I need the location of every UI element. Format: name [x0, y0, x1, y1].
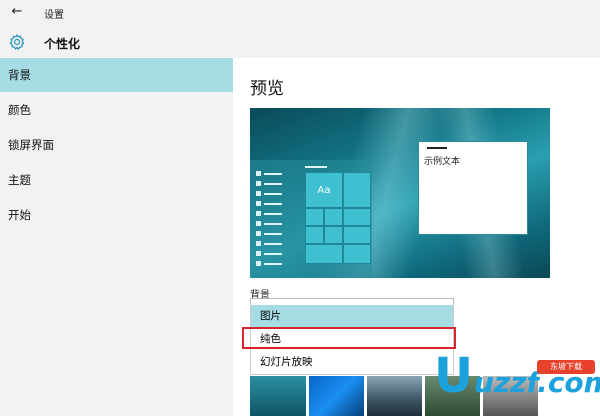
back-arrow-icon[interactable]: ←	[9, 4, 25, 20]
watermark-logo: U uzzf.com 东坡下载	[434, 346, 600, 416]
thumbnail-image[interactable]	[367, 376, 422, 416]
sidebar-item-colors[interactable]: 颜色	[0, 93, 233, 127]
annotation-highlight-box	[242, 327, 456, 349]
preview-tile	[324, 226, 343, 244]
sidebar-item-start[interactable]: 开始	[0, 198, 233, 232]
preview-tile-aa: Aa	[305, 172, 343, 208]
preview-tile	[305, 226, 324, 244]
dropdown-option-picture[interactable]: 图片	[250, 305, 454, 328]
thumbnail-image[interactable]	[309, 376, 364, 416]
window-title: 设置	[44, 10, 64, 21]
preview-app-list	[256, 170, 282, 270]
preview-tile	[343, 208, 371, 226]
section-title: 预览	[250, 79, 284, 99]
preview-tile	[305, 244, 343, 264]
sidebar-item-themes[interactable]: 主题	[0, 163, 233, 197]
sidebar-item-lock-screen[interactable]: 锁屏界面	[0, 128, 233, 162]
desktop-preview: Aa 示例文本	[250, 108, 550, 278]
sidebar-item-background[interactable]: 背景	[0, 58, 233, 92]
preview-menu-bar	[305, 166, 327, 168]
preview-tile	[343, 172, 371, 208]
dropdown-option-slideshow[interactable]: 幻灯片放映	[250, 351, 454, 375]
preview-tile	[305, 208, 324, 226]
title-bar: ← 设置	[0, 0, 600, 26]
preview-start-menu: Aa	[250, 160, 372, 278]
page-title: 个性化	[44, 37, 81, 51]
watermark-tag: 东坡下载	[537, 360, 595, 374]
watermark-swoosh-icon: U	[434, 348, 473, 404]
page-header: 个性化	[0, 26, 600, 58]
thumbnail-image[interactable]	[250, 376, 306, 416]
sample-window-bar	[427, 147, 447, 149]
preview-tile	[343, 226, 371, 244]
gear-icon	[9, 34, 25, 50]
preview-tile	[343, 244, 371, 264]
sidebar: 背景 颜色 锁屏界面 主题 开始	[0, 58, 233, 416]
preview-sample-window: 示例文本	[418, 141, 528, 235]
sample-text: 示例文本	[424, 157, 461, 167]
preview-tile	[324, 208, 343, 226]
